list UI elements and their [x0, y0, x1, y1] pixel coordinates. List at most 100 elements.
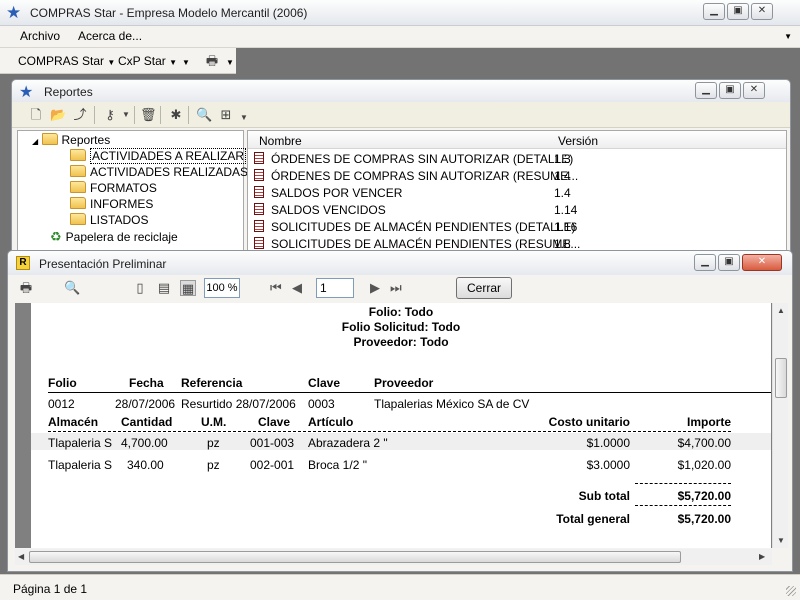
- last-page-icon[interactable]: ⏭: [390, 280, 402, 296]
- minimize-button[interactable]: ▁: [695, 82, 717, 99]
- menu-archivo[interactable]: Archivo: [20, 29, 60, 43]
- row1-um: pz: [207, 436, 220, 450]
- window-controls: ▁ ▣ ✕: [703, 3, 773, 20]
- column-header-nombre[interactable]: Nombre: [259, 134, 302, 148]
- single-page-icon[interactable]: ▯: [132, 280, 148, 296]
- list-item[interactable]: ÓRDENES DE COMPRAS SIN AUTORIZAR (RESUME…: [248, 167, 786, 184]
- maximize-button[interactable]: ▣: [727, 3, 749, 20]
- page-status: Página 1 de 1: [13, 582, 88, 596]
- search-icon[interactable]: 🔍: [64, 280, 80, 296]
- tree-node-reportes[interactable]: ◢ Reportes: [32, 133, 110, 147]
- first-page-icon[interactable]: ⏮: [270, 280, 282, 296]
- list-item[interactable]: SALDOS VENCIDOS 1.14: [248, 201, 786, 218]
- col-costo-unitario: Costo unitario: [548, 415, 630, 429]
- row2-almacen: Tlapaleria S: [48, 458, 113, 472]
- expand-icon[interactable]: ◢: [32, 137, 38, 146]
- report-name: SALDOS POR VENCER: [271, 186, 403, 200]
- report-version: 1.14: [554, 203, 578, 217]
- multi-page-icon[interactable]: ▦: [180, 280, 196, 296]
- tree-node-actividades-a-realizar[interactable]: ACTIVIDADES A REALIZAR: [70, 148, 247, 164]
- printer-icon[interactable]: 🖶: [18, 280, 34, 296]
- tree-label: Reportes: [61, 133, 111, 147]
- zoom-field[interactable]: 100 %: [204, 278, 240, 298]
- folder-up-icon[interactable]: ⤴: [72, 107, 88, 123]
- cxp-star-dropdown[interactable]: CxP Star ▼: [118, 54, 177, 68]
- reportes-window-controls: ▁ ▣ ✕: [695, 82, 765, 99]
- scroll-down-icon[interactable]: ▼: [777, 536, 785, 545]
- maximize-button[interactable]: ▣: [718, 254, 740, 271]
- col-clave: Clave: [308, 376, 341, 390]
- scroll-up-icon[interactable]: ▲: [777, 306, 785, 315]
- preview-window: R Presentación Preliminar ▁ ▣ ✕ 🖶 🔍 ▯ ▤ …: [7, 250, 793, 572]
- chevron-down-icon[interactable]: ▼: [226, 58, 234, 67]
- report-name: ÓRDENES DE COMPRAS SIN AUTORIZAR (DETALL…: [271, 152, 574, 166]
- column-header-version[interactable]: Versión: [558, 134, 598, 148]
- key-icon[interactable]: ⚷: [102, 107, 118, 123]
- list-item[interactable]: ÓRDENES DE COMPRAS SIN AUTORIZAR (DETALL…: [248, 150, 786, 167]
- list-item[interactable]: SALDOS POR VENCER 1.4: [248, 184, 786, 201]
- print-preview-icon[interactable]: 🔍: [196, 107, 212, 123]
- chevron-down-icon[interactable]: ▼: [784, 32, 792, 41]
- report-canvas: Folio: Todo Folio Solicitud: Todo Provee…: [15, 303, 781, 548]
- chevron-down-icon[interactable]: ▼: [236, 110, 252, 126]
- status-bar: Página 1 de 1: [0, 574, 800, 600]
- preview-title: Presentación Preliminar: [39, 257, 167, 271]
- tree-node-listados[interactable]: LISTADOS: [70, 213, 148, 227]
- app-titlebar: ★ COMPRAS Star - Empresa Modelo Mercanti…: [0, 0, 800, 26]
- close-icon[interactable]: ✕: [743, 82, 765, 99]
- next-page-icon[interactable]: ▶: [370, 280, 380, 296]
- row2-importe: $1,020.00: [677, 458, 731, 472]
- trash-icon[interactable]: 🗑: [140, 107, 157, 123]
- compras-star-dropdown[interactable]: COMPRAS Star ▼: [18, 54, 115, 68]
- row1-costo: $1.0000: [586, 436, 630, 450]
- main-toolbar: COMPRAS Star ▼ CxP Star ▼ ▼ 🖶 ▼: [0, 48, 800, 74]
- cxp-star-label: CxP Star: [118, 54, 166, 68]
- scroll-left-icon[interactable]: ◀: [18, 552, 24, 561]
- reportes-title: Reportes: [44, 85, 93, 99]
- horizontal-scroll-thumb[interactable]: [29, 551, 681, 563]
- close-icon[interactable]: ✕: [751, 3, 773, 20]
- row2-cantidad: 340.00: [127, 458, 164, 472]
- report-name: SOLICITUDES DE ALMACÉN PENDIENTES (DETAL…: [271, 220, 576, 234]
- row1-cantidad: 4,700.00: [121, 436, 168, 450]
- minimize-button[interactable]: ▁: [694, 254, 716, 271]
- design-icon[interactable]: ⊞: [218, 107, 234, 123]
- col-um: U.M.: [201, 415, 227, 429]
- tree-node-informes[interactable]: INFORMES: [70, 197, 153, 211]
- menu-acerca-de[interactable]: Acerca de...: [78, 29, 142, 43]
- chevron-down-icon[interactable]: ▼: [182, 58, 190, 67]
- list-item[interactable]: SOLICITUDES DE ALMACÉN PENDIENTES (DETAL…: [248, 218, 786, 235]
- row1-clave: 001-003: [250, 436, 295, 450]
- reportes-window: ★ Reportes ▁ ▣ ✕ 🗋 📂 ⤴ ⚷ ▼ 🗑 ✱ 🔍 ⊞ ▼ ◢ R…: [11, 79, 791, 259]
- subtotal-label: Sub total: [578, 489, 630, 503]
- col-fecha: Fecha: [129, 376, 164, 390]
- chevron-down-icon[interactable]: ▼: [118, 107, 134, 123]
- maximize-button[interactable]: ▣: [719, 82, 741, 99]
- filter-folio: Folio: Todo: [368, 305, 434, 319]
- printer-icon[interactable]: 🖶: [204, 53, 220, 69]
- page-width-icon[interactable]: ▤: [156, 280, 172, 296]
- page-number-input[interactable]: 1: [316, 278, 354, 298]
- col-referencia: Referencia: [181, 376, 243, 390]
- header-rule: [48, 392, 771, 393]
- total-label: Total general: [556, 512, 630, 526]
- resize-grip-icon[interactable]: [786, 586, 796, 596]
- cerrar-button[interactable]: Cerrar: [456, 277, 512, 299]
- vertical-scrollbar[interactable]: ▲ ▼: [772, 303, 788, 548]
- open-folder-icon[interactable]: 📂: [50, 107, 66, 123]
- close-icon[interactable]: ✕: [742, 254, 782, 271]
- new-document-icon[interactable]: 🗋: [28, 107, 44, 123]
- new-folder-icon[interactable]: ✱: [168, 107, 184, 123]
- row1-importe: $4,700.00: [677, 436, 731, 450]
- vertical-scroll-thumb[interactable]: [775, 358, 787, 398]
- scroll-right-icon[interactable]: ▶: [759, 552, 765, 561]
- tree-node-papelera[interactable]: ♻ Papelera de reciclaje: [50, 229, 178, 245]
- tree-label: FORMATOS: [90, 181, 157, 195]
- filter-folio-solicitud: Folio Solicitud: Todo: [341, 320, 461, 334]
- minimize-button[interactable]: ▁: [703, 3, 725, 20]
- horizontal-scrollbar[interactable]: ◀ ▶: [15, 549, 772, 565]
- tree-node-actividades-realizadas[interactable]: ACTIVIDADES REALIZADAS: [70, 165, 248, 179]
- tree-node-formatos[interactable]: FORMATOS: [70, 181, 157, 195]
- previous-page-icon[interactable]: ◀: [292, 280, 302, 296]
- detail-rule: [48, 431, 731, 432]
